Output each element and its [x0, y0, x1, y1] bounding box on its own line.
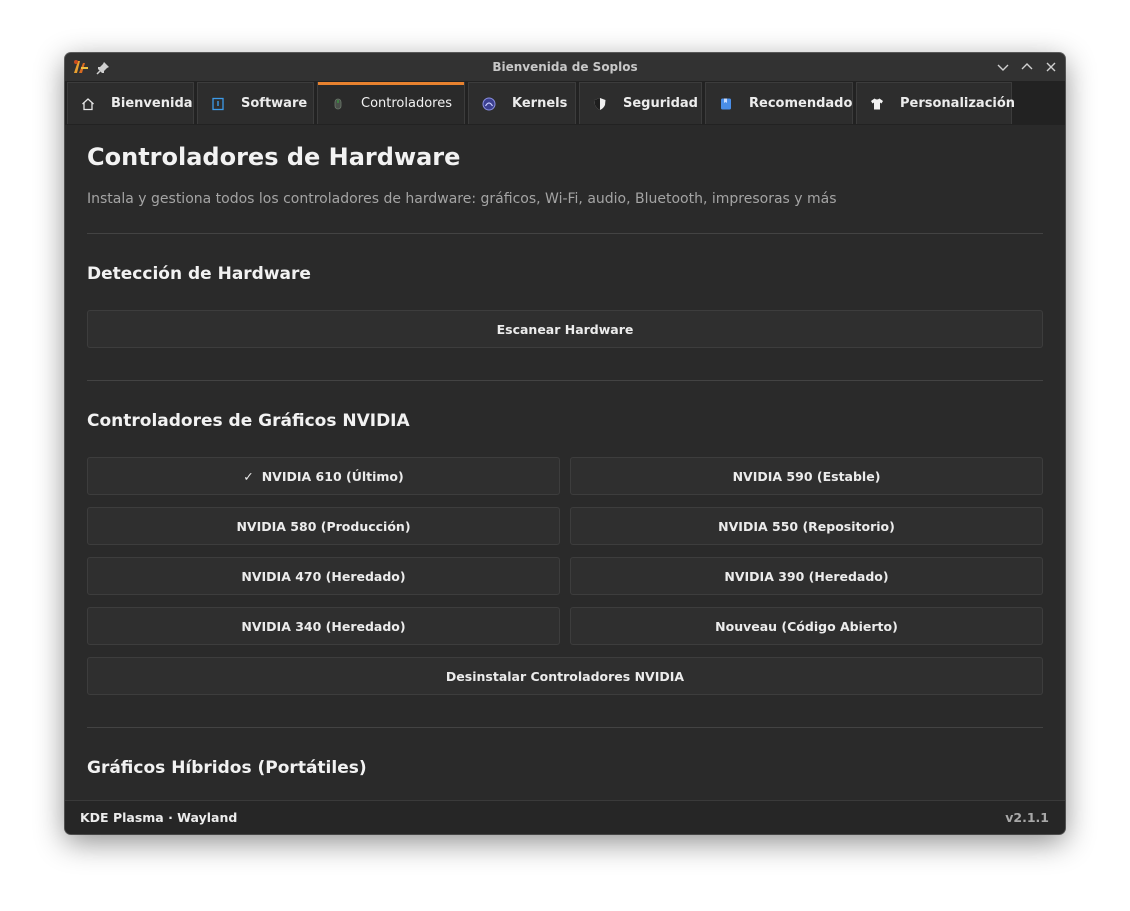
page-subtitle: Instala y gestiona todos los controlador…: [87, 191, 837, 207]
button-label: NVIDIA 470 (Heredado): [241, 568, 406, 584]
environment-label: KDE Plasma · Wayland: [80, 810, 238, 825]
tab-label: Kernels: [512, 96, 568, 111]
uninstall-nvidia-button[interactable]: Desinstalar Controladores NVIDIA: [87, 657, 1043, 695]
tab-label: Controladores: [361, 96, 452, 111]
tab-bar: Bienvenida Software Controladores Kernel…: [65, 81, 1065, 125]
divider: [87, 380, 1043, 381]
home-icon: [81, 97, 95, 111]
nvidia-390-button[interactable]: NVIDIA 390 (Heredado): [570, 557, 1043, 595]
mouse-icon: [331, 97, 345, 111]
divider: [87, 727, 1043, 728]
tab-label: Personalización: [900, 96, 1016, 111]
maximize-button[interactable]: [1020, 60, 1034, 74]
button-label: Escanear Hardware: [496, 321, 634, 337]
tab-label: Recomendado: [749, 96, 853, 111]
page-title: Controladores de Hardware: [87, 143, 461, 171]
main-content[interactable]: Controladores de Hardware Instala y gest…: [65, 125, 1065, 800]
status-bar: KDE Plasma · Wayland v2.1.1: [65, 800, 1065, 834]
title-bar[interactable]: Bienvenida de Soplos: [65, 53, 1065, 81]
section-title-hybrid: Gráficos Híbridos (Portátiles): [87, 758, 367, 778]
nvidia-580-button[interactable]: NVIDIA 580 (Producción): [87, 507, 560, 545]
divider: [87, 233, 1043, 234]
tab-label: Software: [241, 96, 308, 111]
nvidia-470-button[interactable]: NVIDIA 470 (Heredado): [87, 557, 560, 595]
button-label: NVIDIA 580 (Producción): [236, 518, 411, 534]
minimize-button[interactable]: [996, 60, 1010, 74]
section-title-nvidia: Controladores de Gráficos NVIDIA: [87, 411, 410, 431]
tab-recomendado[interactable]: Recomendado: [705, 82, 853, 124]
chevron-down-icon: [997, 64, 1009, 71]
nvidia-590-button[interactable]: NVIDIA 590 (Estable): [570, 457, 1043, 495]
tab-label: Bienvenida: [111, 96, 193, 111]
software-box-icon: [211, 97, 225, 111]
button-label: Nouveau (Código Abierto): [715, 618, 898, 634]
nvidia-550-button[interactable]: NVIDIA 550 (Repositorio): [570, 507, 1043, 545]
button-label: Desinstalar Controladores NVIDIA: [445, 668, 685, 684]
shield-icon: [593, 97, 607, 111]
tab-label: Seguridad: [623, 96, 698, 111]
close-button[interactable]: [1044, 60, 1058, 74]
tab-seguridad[interactable]: Seguridad: [579, 82, 702, 124]
nvidia-610-button[interactable]: ✓ NVIDIA 610 (Último): [87, 457, 560, 495]
tab-bienvenida[interactable]: Bienvenida: [67, 82, 194, 124]
section-title-detection: Detección de Hardware: [87, 264, 311, 284]
chevron-up-icon: [1021, 63, 1033, 70]
close-icon: [1046, 62, 1056, 72]
kernel-gauge-icon: [482, 97, 496, 111]
tshirt-icon: [870, 97, 884, 111]
tab-controladores[interactable]: Controladores: [317, 82, 465, 124]
tab-kernels[interactable]: Kernels: [468, 82, 576, 124]
button-label: NVIDIA 610 (Último): [261, 468, 404, 484]
button-label: NVIDIA 550 (Repositorio): [718, 518, 895, 534]
button-label: NVIDIA 590 (Estable): [732, 468, 881, 484]
app-window: Bienvenida de Soplos Bienvenida Software: [65, 53, 1065, 834]
bookmark-icon: [719, 97, 733, 111]
checkmark-icon: ✓: [243, 468, 254, 484]
nouveau-button[interactable]: Nouveau (Código Abierto): [570, 607, 1043, 645]
tab-personalizacion[interactable]: Personalización: [856, 82, 1016, 124]
tab-software[interactable]: Software: [197, 82, 314, 124]
button-label: NVIDIA 390 (Heredado): [724, 568, 889, 584]
scan-hardware-button[interactable]: Escanear Hardware: [87, 310, 1043, 348]
button-label: NVIDIA 340 (Heredado): [241, 618, 406, 634]
nvidia-340-button[interactable]: NVIDIA 340 (Heredado): [87, 607, 560, 645]
window-title: Bienvenida de Soplos: [492, 60, 638, 74]
version-label: v2.1.1: [1005, 810, 1049, 825]
